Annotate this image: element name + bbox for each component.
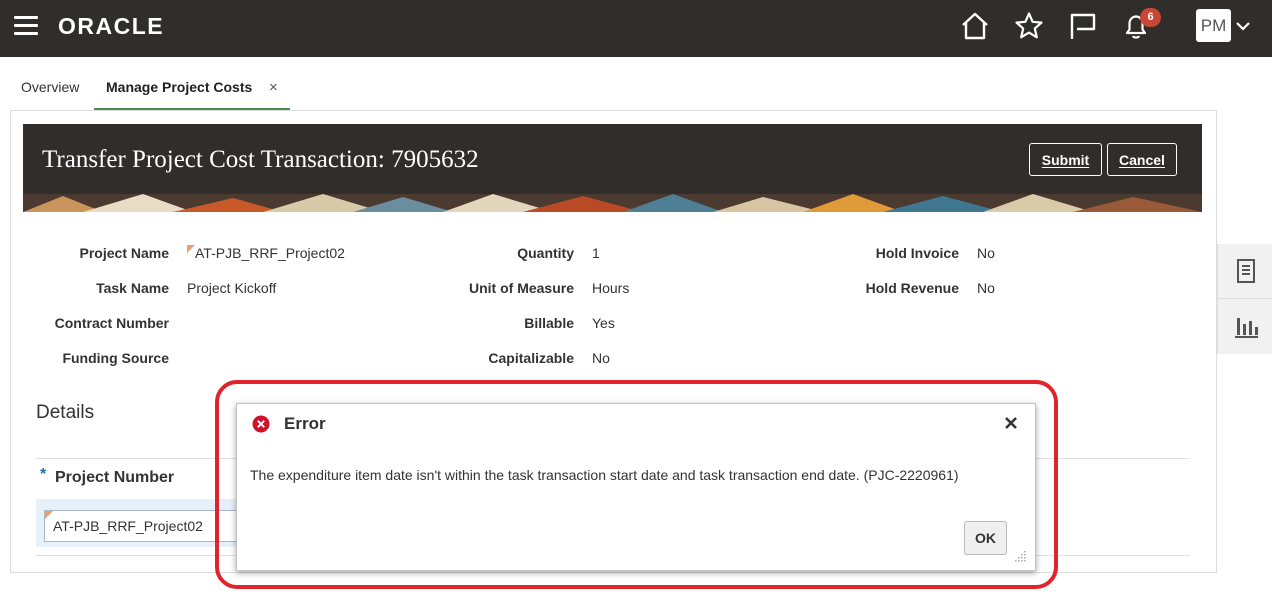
tab-overview[interactable]: Overview: [21, 79, 79, 95]
required-indicator: *: [40, 466, 47, 483]
banner-decoration: [23, 194, 1202, 212]
quantity-value: 1: [592, 245, 600, 261]
error-icon: [252, 415, 270, 433]
dialog-title: Error: [284, 414, 326, 433]
ok-button[interactable]: OK: [964, 521, 1007, 555]
favorites-star-icon[interactable]: [1013, 10, 1045, 42]
side-panel-tabs: [1217, 244, 1272, 354]
project-name-label: Project Name: [79, 245, 169, 261]
page-title: Transfer Project Cost Transaction: 79056…: [42, 146, 479, 173]
chevron-down-icon[interactable]: [1235, 18, 1251, 34]
cancel-button[interactable]: Cancel: [1107, 143, 1177, 176]
changed-value-indicator: [45, 511, 53, 519]
navigator-menu-icon[interactable]: [14, 14, 40, 36]
bar-chart-icon[interactable]: [1232, 312, 1260, 340]
submit-button[interactable]: Submit: [1029, 143, 1102, 176]
project-number-input[interactable]: [44, 510, 239, 542]
error-dialog: Error The expenditure item date isn't wi…: [236, 403, 1036, 571]
unit-of-measure-label: Unit of Measure: [468, 280, 574, 296]
capitalizable-value: No: [592, 350, 610, 366]
task-name-value: Project Kickoff: [187, 280, 277, 296]
task-name-label: Task Name: [96, 280, 169, 296]
oracle-logo: ORACLE: [58, 13, 165, 39]
project-number-column-header: Project Number: [55, 469, 175, 486]
error-message: The expenditure item date isn't within t…: [250, 467, 959, 483]
capitalizable-label: Capitalizable: [488, 350, 574, 366]
quantity-label: Quantity: [517, 245, 574, 261]
page-tabs: Overview Manage Project Costs ×: [0, 57, 1272, 111]
close-tab-icon[interactable]: ×: [269, 79, 278, 96]
billable-label: Billable: [524, 315, 574, 331]
page-header-banner: Transfer Project Cost Transaction: 79056…: [23, 124, 1202, 212]
hold-invoice-label: Hold Invoice: [875, 245, 959, 261]
global-header: ORACLE 6 PM: [0, 0, 1272, 57]
close-icon[interactable]: [1002, 414, 1020, 432]
hold-revenue-label: Hold Revenue: [865, 280, 959, 296]
details-section-title: Details: [36, 402, 95, 423]
hold-invoice-value: No: [977, 245, 995, 261]
home-icon[interactable]: [959, 10, 991, 42]
document-icon[interactable]: [1232, 257, 1260, 285]
unit-of-measure-value: Hours: [592, 280, 630, 296]
hold-revenue-value: No: [977, 280, 995, 296]
resize-grip-icon[interactable]: [1013, 548, 1027, 562]
funding-source-label: Funding Source: [62, 350, 169, 366]
billable-value: Yes: [592, 315, 615, 331]
tab-manage-project-costs[interactable]: Manage Project Costs: [106, 79, 252, 95]
changed-value-indicator: [187, 245, 195, 253]
user-avatar[interactable]: PM: [1196, 9, 1231, 42]
contract-number-label: Contract Number: [54, 315, 169, 331]
project-name-value: AT-PJB_RRF_Project02: [195, 245, 345, 261]
side-panel-divider: [1218, 298, 1272, 299]
notifications-count-badge: 6: [1140, 8, 1161, 27]
watchlist-flag-icon[interactable]: [1067, 10, 1099, 42]
